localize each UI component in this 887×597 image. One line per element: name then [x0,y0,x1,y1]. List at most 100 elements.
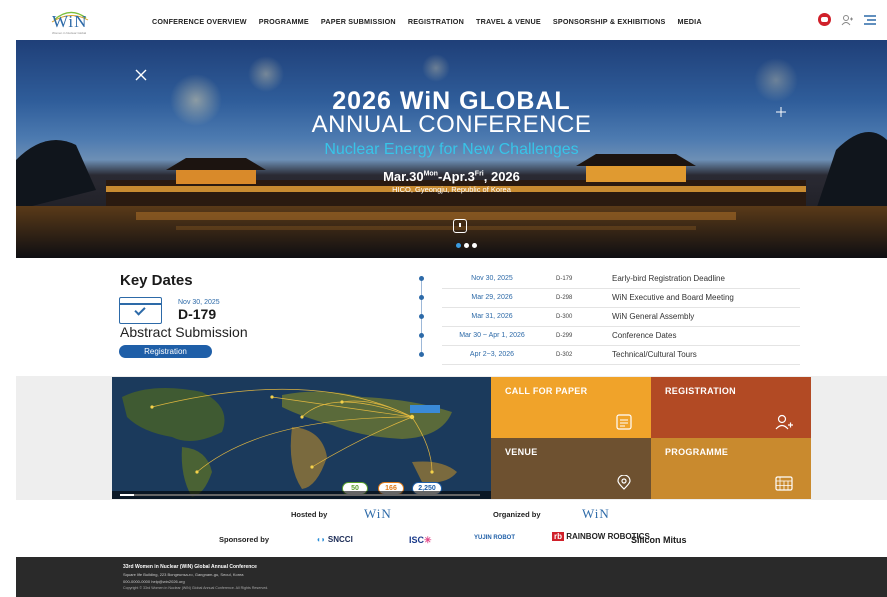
timeline-event: Early-bird Registration Deadline [612,274,725,283]
timeline-dot [419,314,424,319]
timeline-row: Mar 30 ~ Apr 1, 2026 D-299 Conference Da… [419,327,800,346]
logo-tagline: Women in Nuclear Global [52,31,87,35]
nav-travel-venue[interactable]: TRAVEL & VENUE [476,17,541,26]
timeline-dot [419,295,424,300]
youtube-icon[interactable] [818,13,831,26]
world-map-graphic [112,377,491,499]
timeline-dday: D-299 [556,333,573,339]
sponsor-sncci-name: SNCCI [327,535,353,544]
header-icons [818,13,877,26]
hero-date-start: Mar.30 [383,169,424,184]
timeline-dot [419,352,424,357]
hero-date-year: , 2026 [483,169,520,184]
carousel-dot-1[interactable] [456,243,461,248]
scroll-down-icon[interactable] [453,219,467,233]
nav-media[interactable]: MEDIA [678,17,702,26]
carousel-dot-2[interactable] [464,243,469,248]
nav-registration[interactable]: REGISTRATION [408,17,464,26]
tile-programme[interactable]: PROGRAMME [651,438,811,499]
carousel-dots [456,243,477,248]
hero-venue: HICO, Gyeongju, Republic of Korea [392,185,511,194]
hero-date-end-day: Fri [474,170,484,178]
organizer-logo[interactable]: WiN [582,506,610,522]
nav-sponsorship-exhibitions[interactable]: SPONSORSHIP & EXHIBITIONS [553,17,666,26]
timeline-event: WiN General Assembly [612,312,695,321]
timeline-date: Mar 29, 2026 [471,294,513,301]
timeline-dot [419,333,424,338]
hero-title-line2: ANNUAL CONFERENCE [311,111,592,138]
sponsor-silicon-mitus[interactable]: Silicon Mitus [631,535,687,545]
timeline-dday: D-300 [556,314,573,320]
timeline-date: Nov 30, 2025 [471,275,513,282]
tile-call-for-paper[interactable]: CALL FOR PAPER [491,377,651,438]
timeline-dday: D-179 [556,276,573,282]
timeline-row: Apr 2~3, 2026 D-302 Technical/Cultural T… [419,346,800,365]
tile-call-for-paper-label: CALL FOR PAPER [505,386,588,396]
sponsor-sncci[interactable]: ◖◗ SNCCI [316,535,353,544]
site-logo[interactable]: WiN Women in Nuclear Global [48,10,96,36]
footer-address: Square life Building, 223 Bongeunsa-ro, … [123,572,244,577]
menu-icon[interactable] [863,14,877,26]
tile-venue[interactable]: VENUE [491,438,651,499]
footer-contact: 000-0000-0000 help@win2026.org [123,579,185,584]
hero-theme: Nuclear Energy for New Challenges [324,141,579,158]
registration-button[interactable]: Registration [119,345,212,358]
hero-date-end: -Apr.3 [437,169,475,184]
carousel-dot-3[interactable] [472,243,477,248]
key-date-highlight-date: Nov 30, 2025 [178,299,220,306]
tile-registration[interactable]: REGISTRATION [651,377,811,438]
key-date-highlight-dday: D-179 [178,306,217,322]
sponsor-yujin-robot[interactable]: YUJIN ROBOT [474,535,515,541]
video-progress[interactable] [120,494,480,496]
footer-copyright: Copyright © 33rd Women in Nuclear (WiN) … [123,586,269,590]
site-header: WiN Women in Nuclear Global CONFERENCE O… [0,0,887,40]
document-icon [616,414,632,430]
hosted-by-label: Hosted by [291,510,328,519]
key-dates-timeline: Nov 30, 2025 D-179 Early-bird Registrati… [419,270,800,365]
user-add-icon[interactable] [841,14,853,26]
nav-programme[interactable]: PROGRAMME [259,17,309,26]
isc-star-icon: ✳ [424,535,432,545]
host-logo[interactable]: WiN [364,506,392,522]
timeline-dday: D-298 [556,295,573,301]
nav-paper-submission[interactable]: PAPER SUBMISSION [321,17,396,26]
timeline-separator [442,364,800,365]
rb-mark-icon: rb [552,532,564,541]
calendar-grid-icon [775,476,793,491]
video-progress-fill [120,494,134,496]
user-plus-icon [775,414,793,430]
hero-date-start-day: Mon [423,170,438,178]
sncci-mark-icon: ◖◗ [316,535,326,544]
nav-conference-overview[interactable]: CONFERENCE OVERVIEW [152,17,247,26]
key-date-highlight-event: Abstract Submission [120,324,248,340]
sponsor-isc-name: ISC [409,535,425,545]
key-dates-title: Key Dates [120,272,193,289]
footer-title: 33rd Women in Nuclear (WiN) Global Annua… [123,564,257,570]
main-nav: CONFERENCE OVERVIEW PROGRAMME PAPER SUBM… [152,17,702,26]
hero-banner: 2026 WiN GLOBAL ANNUAL CONFERENCE Nuclea… [16,40,887,258]
tile-programme-label: PROGRAMME [665,447,729,457]
calendar-check-icon [119,297,162,324]
timeline-dday: D-302 [556,352,573,358]
timeline-date: Mar 30 ~ Apr 1, 2026 [459,332,525,339]
timeline-row: Nov 30, 2025 D-179 Early-bird Registrati… [419,270,800,289]
timeline-event: Conference Dates [612,331,677,340]
tile-venue-label: VENUE [505,447,538,457]
location-pin-icon [617,475,631,490]
timeline-row: Mar 29, 2026 D-298 WiN Executive and Boa… [419,289,800,308]
hero-dates: Mar.30Mon-Apr.3Fri, 2026 [16,169,887,184]
world-map-video[interactable]: 50 166 2,250 [112,377,491,499]
sponsor-isc[interactable]: ISC✳ [409,535,432,546]
sponsored-by-label: Sponsored by [219,535,270,544]
logo-wordmark: WiN [52,12,88,31]
timeline-event: Technical/Cultural Tours [612,350,697,359]
timeline-row: Mar 31, 2026 D-300 WiN General Assembly [419,308,800,327]
organized-by-label: Organized by [493,510,541,519]
timeline-dot [419,276,424,281]
timeline-date: Apr 2~3, 2026 [469,351,515,358]
tile-registration-label: REGISTRATION [665,386,736,396]
site-footer: 33rd Women in Nuclear (WiN) Global Annua… [16,557,887,597]
timeline-event: WiN Executive and Board Meeting [612,293,734,302]
timeline-date: Mar 31, 2026 [471,313,513,320]
page: WiN Women in Nuclear Global CONFERENCE O… [0,0,887,597]
